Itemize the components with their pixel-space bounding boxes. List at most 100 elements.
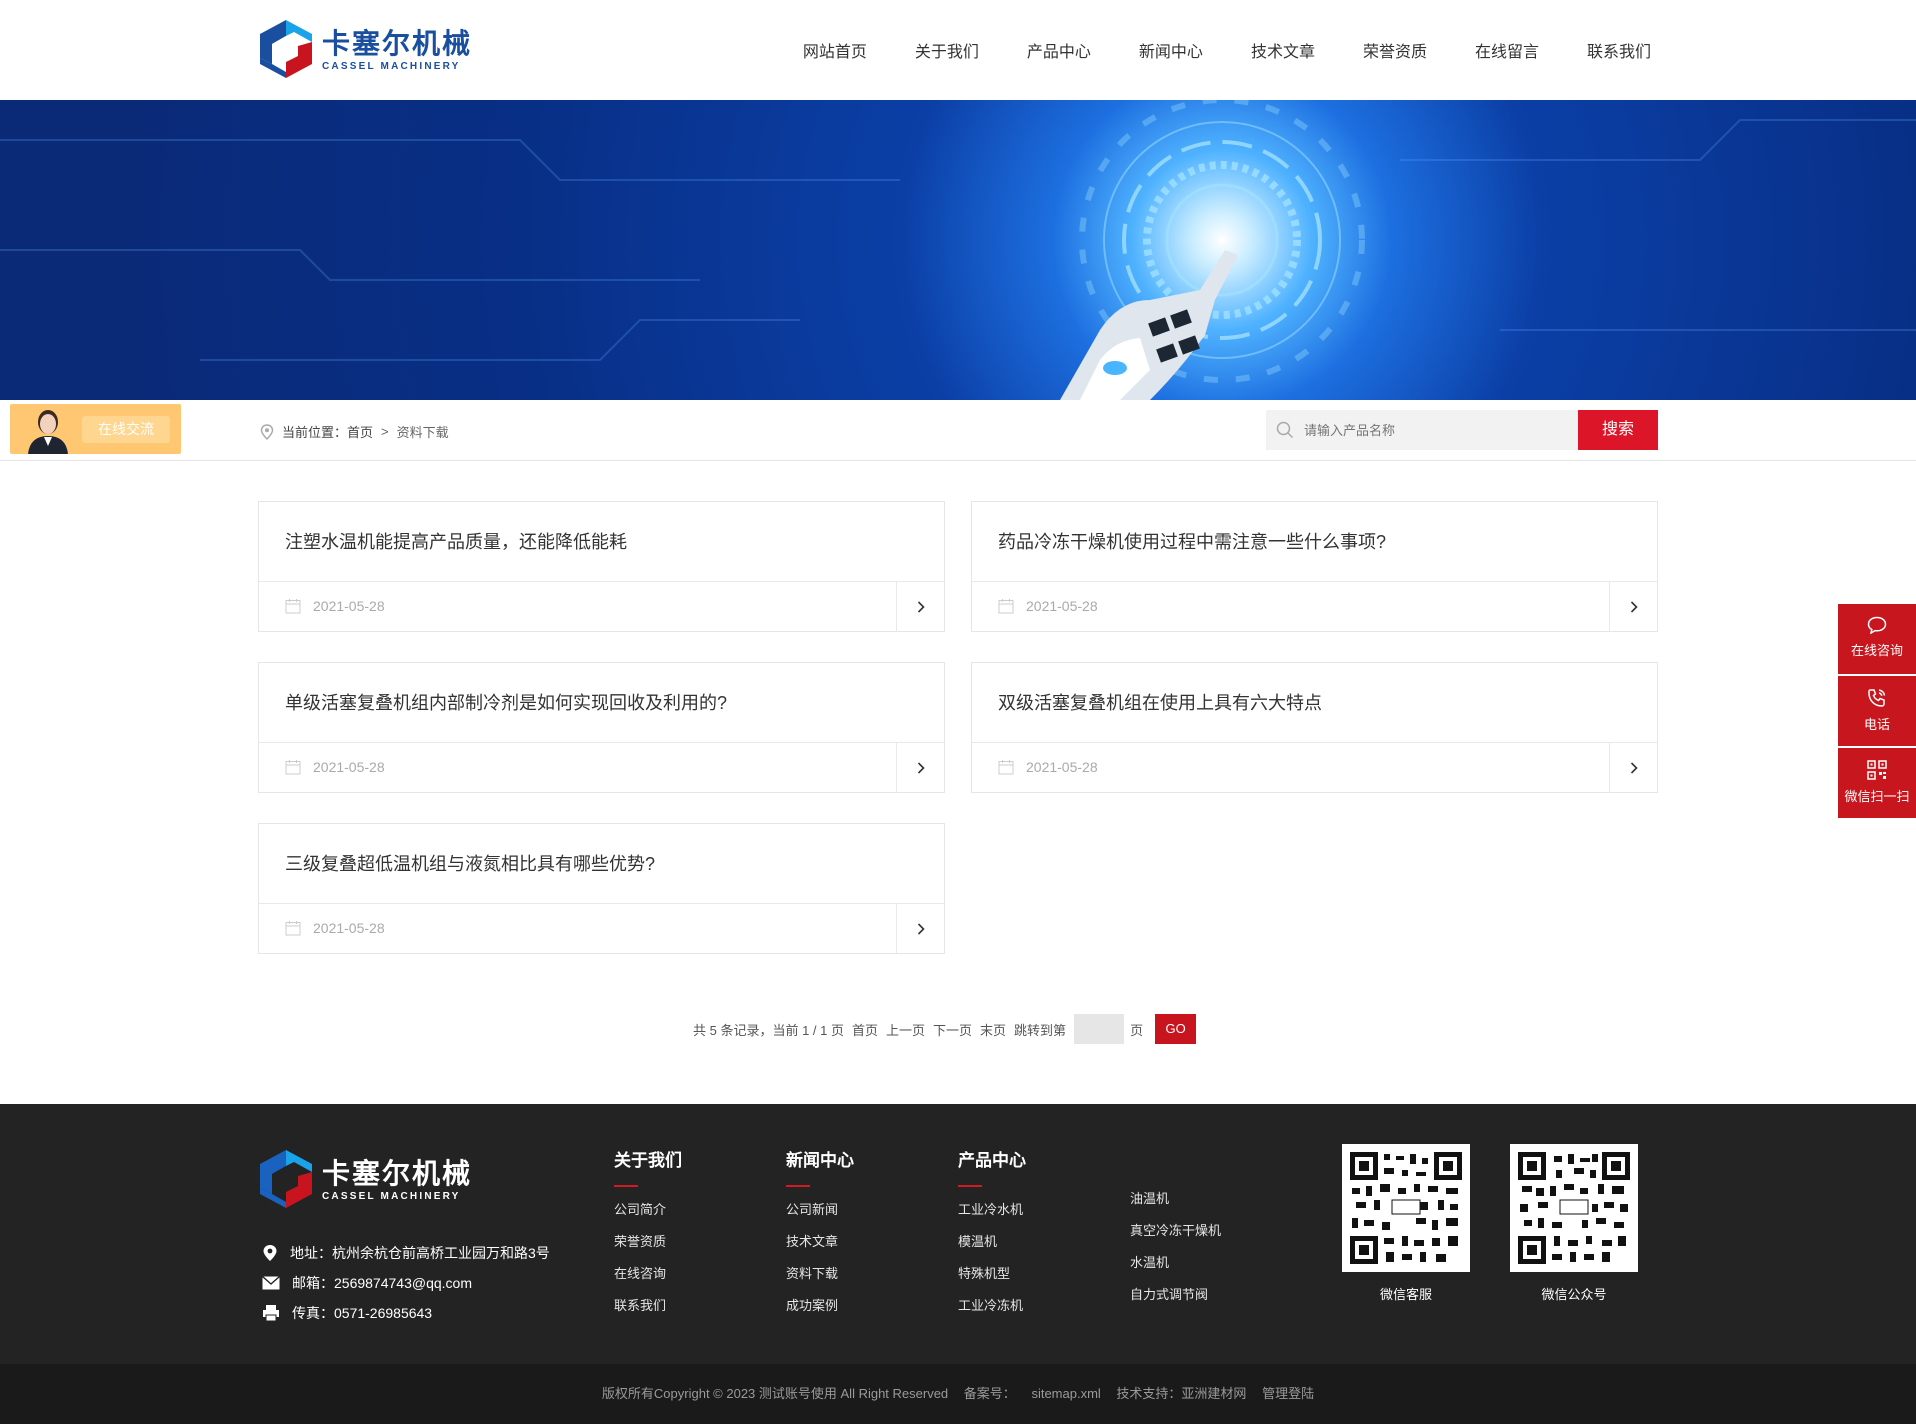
footer-link[interactable]: 工业冷水机	[958, 1201, 1026, 1233]
article-date: 2021-05-28	[285, 598, 385, 614]
footer-link[interactable]: 在线咨询	[614, 1265, 682, 1297]
footer-link[interactable]: 真空冷冻干燥机	[1130, 1222, 1221, 1254]
article-date-text: 2021-05-28	[1026, 759, 1098, 775]
side-wechat-scan-button[interactable]: 微信扫一扫	[1838, 748, 1916, 818]
qr-caption: 微信公众号	[1541, 1287, 1607, 1302]
article-title[interactable]: 药品冷冻干燥机使用过程中需注意一些什么事项?	[972, 502, 1657, 582]
title-underline	[614, 1185, 638, 1187]
pagination: 共 5 条记录，当前 1 / 1 页 首页 上一页 下一页 末页 跳转到第 页 …	[693, 1014, 1197, 1044]
search-field-wrap	[1266, 410, 1578, 450]
search-icon	[1276, 421, 1294, 439]
side-online-consult-button[interactable]: 在线咨询	[1838, 604, 1916, 674]
article-more-button[interactable]	[896, 904, 944, 954]
article-date: 2021-05-28	[285, 920, 385, 936]
mail-icon	[262, 1276, 280, 1290]
footer-link[interactable]: 技术文章	[786, 1233, 854, 1265]
footer-link[interactable]: 工业冷冻机	[958, 1297, 1026, 1329]
qrcode-image	[1510, 1144, 1638, 1272]
nav-honors[interactable]: 荣誉资质	[1363, 38, 1427, 62]
main-nav: 网站首页 关于我们 产品中心 新闻中心 技术文章 荣誉资质 在线留言 联系我们	[755, 0, 1651, 100]
qrcode-icon	[1867, 760, 1887, 780]
footer-link[interactable]: 成功案例	[786, 1297, 854, 1329]
location-pin-icon	[260, 423, 274, 440]
pagination-first[interactable]: 首页	[852, 1020, 878, 1039]
location-pin-icon	[263, 1245, 277, 1261]
copyright-bar: 版权所有Copyright © 2023 测试账号使用 All Right Re…	[0, 1364, 1916, 1424]
copyright-text: 版权所有Copyright © 2023 测试账号使用 All Right Re…	[601, 1386, 949, 1401]
article-date: 2021-05-28	[998, 759, 1098, 775]
breadcrumb-separator: >	[381, 424, 389, 439]
pagination-jump-label: 跳转到第	[1014, 1022, 1067, 1038]
footer-link[interactable]: 荣誉资质	[614, 1233, 682, 1265]
online-chat-badge[interactable]: 在线交流	[10, 404, 181, 454]
brand-logo[interactable]: 卡塞尔机械 CASSEL MACHINERY	[258, 18, 472, 80]
nav-products[interactable]: 产品中心	[1027, 38, 1091, 62]
footer-link[interactable]: 模温机	[958, 1233, 1026, 1265]
breadcrumb-bar: 在线交流 当前位置： 首页 > 资料下载 搜索	[0, 400, 1916, 461]
article-title[interactable]: 双级活塞复叠机组在使用上具有六大特点	[972, 663, 1657, 743]
calendar-icon	[285, 599, 301, 614]
pagination-last[interactable]: 末页	[980, 1020, 1006, 1039]
pagination-next[interactable]: 下一页	[933, 1020, 972, 1039]
calendar-icon	[285, 760, 301, 775]
article-title[interactable]: 注塑水温机能提高产品质量，还能降低能耗	[259, 502, 944, 582]
tech-support-link[interactable]: 技术支持：亚洲建材网	[1116, 1386, 1246, 1401]
go-button[interactable]: GO	[1155, 1014, 1197, 1044]
article-more-button[interactable]	[896, 582, 944, 632]
nav-about[interactable]: 关于我们	[915, 38, 979, 62]
article-title[interactable]: 三级复叠超低温机组与液氮相比具有哪些优势?	[259, 824, 944, 904]
footer-col-title: 新闻中心	[786, 1151, 854, 1170]
fax-printer-icon	[263, 1305, 279, 1322]
article-title[interactable]: 单级活塞复叠机组内部制冷剂是如何实现回收及利用的?	[259, 663, 944, 743]
brand-name-en: CASSEL MACHINERY	[322, 60, 461, 72]
phone-icon	[1868, 689, 1886, 707]
nav-tech-articles[interactable]: 技术文章	[1251, 38, 1315, 62]
footer-col-title: 产品中心	[958, 1151, 1026, 1170]
title-underline	[958, 1185, 982, 1187]
nav-contact[interactable]: 联系我们	[1587, 38, 1651, 62]
footer-fax: 传真：0571-26985643	[292, 1305, 433, 1321]
nav-home[interactable]: 网站首页	[803, 38, 867, 62]
calendar-icon	[998, 760, 1014, 775]
breadcrumb-home-link[interactable]: 首页	[347, 422, 373, 441]
pagination-page-unit: 页	[1130, 1022, 1144, 1038]
online-chat-button[interactable]: 在线交流	[82, 416, 170, 443]
qr-wechat-official: 微信公众号	[1510, 1144, 1638, 1303]
cube-logo-icon	[260, 20, 312, 78]
footer-link[interactable]: 油温机	[1130, 1190, 1221, 1222]
footer-brand-name-en: CASSEL MACHINERY	[322, 1190, 461, 1202]
article-more-button[interactable]	[1609, 743, 1657, 793]
calendar-icon	[285, 921, 301, 936]
qrcode-icon	[1518, 1152, 1630, 1264]
chevron-right-icon	[1630, 601, 1638, 613]
article-card: 注塑水温机能提高产品质量，还能降低能耗 2021-05-28	[258, 501, 945, 632]
pagination-summary: 共 5 条记录，当前 1 / 1 页	[693, 1022, 844, 1038]
nav-message[interactable]: 在线留言	[1475, 38, 1539, 62]
article-more-button[interactable]	[896, 743, 944, 793]
side-float-toolbar: 在线咨询 电话 微信扫一扫	[1838, 604, 1916, 820]
footer-link[interactable]: 水温机	[1130, 1254, 1221, 1286]
page-jump-input[interactable]	[1074, 1014, 1125, 1044]
footer-col-news: 新闻中心 公司新闻 技术文章 资料下载 成功案例	[786, 1146, 854, 1329]
breadcrumb: 当前位置： 首页 > 资料下载	[260, 422, 449, 441]
footer-logo[interactable]: 卡塞尔机械 CASSEL MACHINERY	[258, 1148, 472, 1210]
footer-link[interactable]: 特殊机型	[958, 1265, 1026, 1297]
footer-link[interactable]: 自力式调节阀	[1130, 1286, 1221, 1318]
side-phone-button[interactable]: 电话	[1838, 676, 1916, 746]
footer-link[interactable]: 公司简介	[614, 1201, 682, 1233]
footer-link[interactable]: 资料下载	[786, 1265, 854, 1297]
chevron-right-icon	[917, 762, 925, 774]
article-more-button[interactable]	[1609, 582, 1657, 632]
search-button[interactable]: 搜索	[1578, 410, 1658, 450]
sitemap-link[interactable]: sitemap.xml	[1031, 1386, 1100, 1401]
qrcode-image	[1342, 1144, 1470, 1272]
footer-link[interactable]: 联系我们	[614, 1297, 682, 1329]
nav-news[interactable]: 新闻中心	[1139, 38, 1203, 62]
product-search: 搜索	[1266, 410, 1658, 450]
admin-login-link[interactable]: 管理登陆	[1262, 1386, 1314, 1401]
footer-link[interactable]: 公司新闻	[786, 1201, 854, 1233]
search-input[interactable]	[1304, 422, 1564, 438]
site-header: 卡塞尔机械 CASSEL MACHINERY 网站首页 关于我们 产品中心 新闻…	[0, 0, 1916, 100]
pagination-prev[interactable]: 上一页	[886, 1020, 925, 1039]
article-date: 2021-05-28	[998, 598, 1098, 614]
